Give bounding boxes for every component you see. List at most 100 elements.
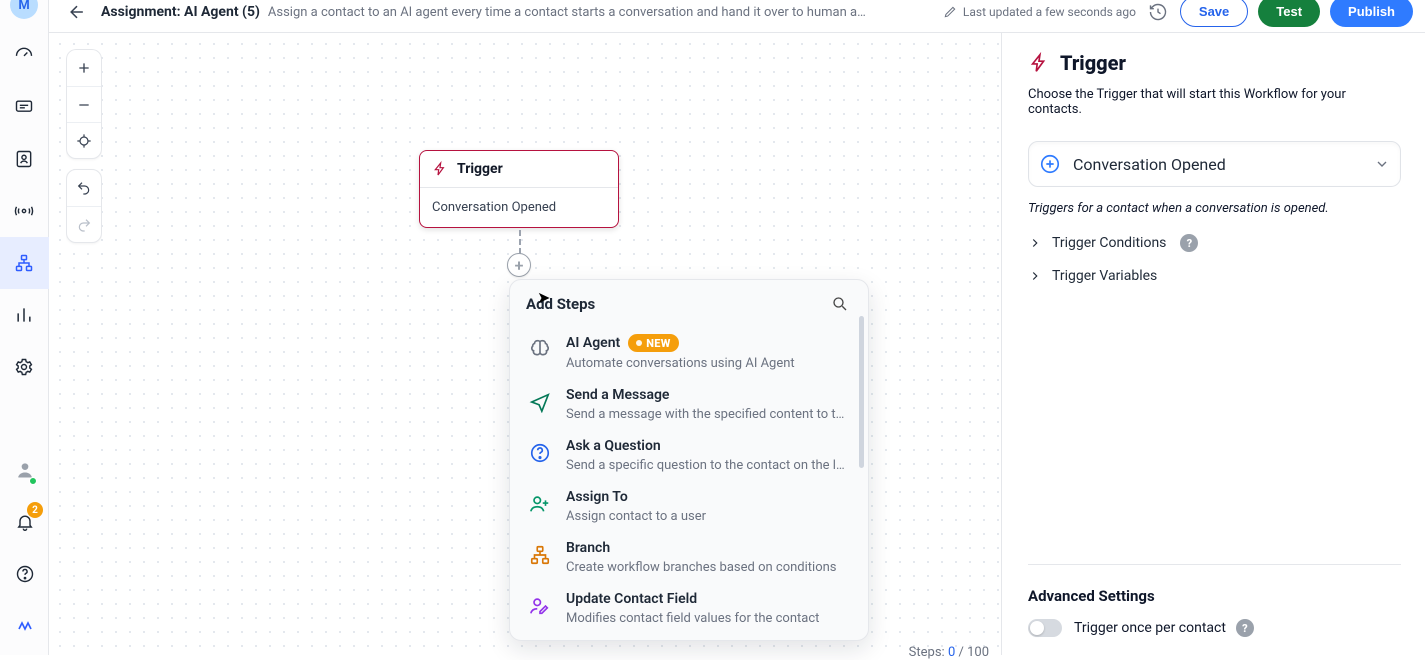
trigger-node-content: Conversation Opened [420,188,618,227]
step-title: Ask a Question [566,438,661,454]
search-button[interactable] [828,292,852,316]
chevron-down-icon [1374,156,1390,172]
nav-settings[interactable] [0,341,49,393]
advanced-settings-title: Advanced Settings [1028,564,1401,605]
user-edit-icon [526,592,554,620]
help-icon [15,564,35,584]
last-updated-text: Last updated a few seconds ago [963,5,1136,19]
history-button[interactable] [1146,0,1170,24]
redo-icon [76,217,92,233]
nav-workflows[interactable] [0,237,49,289]
step-option-ai-agent[interactable]: AI Agent NEW Automate conversations usin… [516,326,862,379]
trigger-conditions-label: Trigger Conditions [1052,235,1166,251]
gear-icon [14,357,34,377]
history-icon [1148,2,1168,22]
step-desc: Send a specific question to the contact … [566,458,845,473]
left-nav-rail: M 2 [0,0,49,655]
add-step-knob[interactable]: + [507,253,531,277]
trigger-picker[interactable]: Conversation Opened [1028,141,1401,187]
step-title: Branch [566,540,610,556]
notification-badge: 2 [27,502,43,518]
brand-mark-icon [16,617,34,635]
panel-subtitle: Choose the Trigger that will start this … [1028,87,1401,117]
presence-dot [29,477,37,485]
nav-notifications[interactable]: 2 [0,496,49,548]
add-steps-title: Add Steps [526,295,595,313]
step-option-send-a-message[interactable]: Send a Message Send a message with the s… [516,379,862,430]
last-updated: Last updated a few seconds ago [943,5,1136,19]
panel-title: Trigger [1028,51,1401,75]
trigger-variables-toggle[interactable]: Trigger Variables [1028,268,1401,284]
step-title: Send a Message [566,387,669,403]
popover-scrollbar[interactable] [859,316,864,468]
right-panel: Trigger Choose the Trigger that will sta… [1001,33,1425,655]
nav-reports[interactable] [0,289,49,341]
trigger-node[interactable]: Trigger Conversation Opened [419,150,619,228]
help-tooltip-icon[interactable]: ? [1180,234,1198,252]
steps-counter: Steps: 0 / 100 [909,645,989,660]
chevron-right-icon [1028,236,1042,250]
zoom-out-button[interactable] [67,86,101,122]
redo-button[interactable] [67,206,101,242]
publish-button[interactable]: Publish [1330,0,1413,27]
bars-icon [14,305,34,325]
step-desc: Create workflow branches based on condit… [566,560,837,575]
panel-title-text: Trigger [1060,51,1126,75]
question-icon [526,439,554,467]
broadcast-icon [14,201,34,221]
chat-icon [14,97,34,117]
recenter-button[interactable] [67,122,101,158]
nav-presence[interactable] [0,444,49,496]
lightning-icon [432,161,448,177]
save-button[interactable]: Save [1180,0,1248,27]
workflow-title[interactable]: Assignment: AI Agent (5) [101,4,260,20]
contact-icon [14,149,34,169]
minus-icon [76,97,92,113]
pencil-icon [943,5,957,19]
back-button[interactable] [63,0,91,26]
brain-icon [526,335,554,363]
zoom-in-button[interactable] [67,50,101,86]
trigger-once-toggle[interactable] [1028,619,1062,637]
step-desc: Send a message with the specified conten… [566,407,844,422]
steps-label: Steps: [909,645,945,660]
crosshair-icon [76,133,92,149]
nav-contacts[interactable] [0,133,49,185]
branch-icon [526,541,554,569]
conversation-icon [1039,153,1061,175]
step-option-assign-to[interactable]: Assign To Assign contact to a user [516,481,862,532]
test-button[interactable]: Test [1258,0,1320,27]
add-steps-popover: Add Steps AI Agent NEW Automate conversa… [509,279,869,641]
plus-icon [76,60,92,76]
step-option-branch[interactable]: Branch Create workflow branches based on… [516,532,862,583]
nav-conversations[interactable] [0,81,49,133]
arrow-left-icon [67,2,87,22]
nav-broadcast[interactable] [0,185,49,237]
new-badge: NEW [628,334,678,352]
trigger-conditions-toggle[interactable]: Trigger Conditions ? [1028,234,1401,252]
steps-sep: / [955,645,967,660]
nav-dashboard[interactable] [0,29,49,81]
step-title: Assign To [566,489,628,505]
nav-brand[interactable] [0,600,49,652]
undo-icon [76,180,92,196]
trigger-helper: Triggers for a contact when a conversati… [1028,201,1401,216]
help-tooltip-icon[interactable]: ? [1236,619,1254,637]
undo-button[interactable] [67,170,101,206]
chevron-right-icon [1028,269,1042,283]
canvas-toolbar [66,49,102,253]
step-option-update-contact-field[interactable]: Update Contact Field Modifies contact fi… [516,583,862,634]
gauge-icon [14,45,34,65]
step-option-ask-a-question[interactable]: Ask a Question Send a specific question … [516,430,862,481]
workflow-icon [14,253,34,273]
workspace-avatar[interactable]: M [10,0,38,19]
trigger-picker-label: Conversation Opened [1073,155,1226,174]
top-bar: Assignment: AI Agent (5) Assign a contac… [49,0,1425,33]
toggle-knob [1030,621,1044,635]
workspace-avatar-letter: M [18,0,29,13]
step-title: Update Contact Field [566,591,697,607]
step-desc: Automate conversations using AI Agent [566,356,795,371]
workflow-canvas[interactable]: Trigger Conversation Opened + Add Steps … [49,33,1000,655]
nav-help[interactable] [0,548,49,600]
person-plus-icon [526,490,554,518]
